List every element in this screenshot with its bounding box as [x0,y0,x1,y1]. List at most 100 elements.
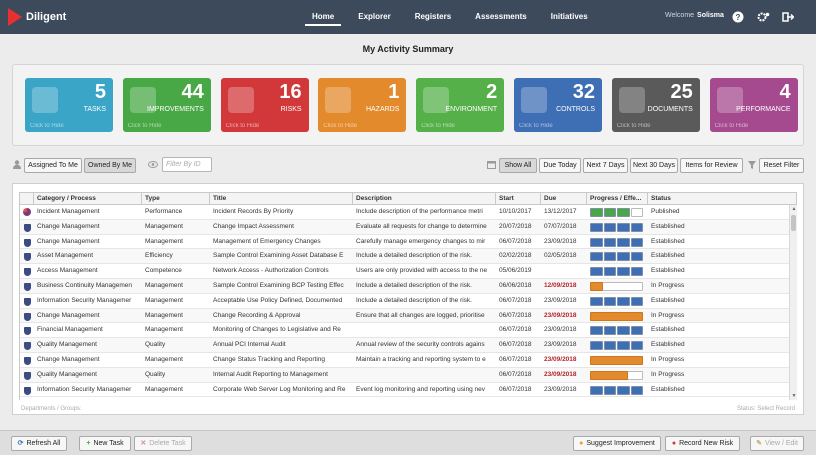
cell-title: Incident Records By Priority [213,208,294,215]
cell-description: Include a detailed description of the ri… [356,296,472,304]
table-row[interactable]: Information Security Managemer Management… [20,383,790,398]
record-new-risk-label: Record New Risk [679,440,734,447]
refresh-all-button[interactable]: ⟳ Refresh All [11,436,67,451]
new-task-button[interactable]: + New Task [79,436,131,451]
tile-hide-link[interactable]: Click to Hide [226,123,260,129]
assigned-to-me-button[interactable]: Assigned To Me [24,158,82,173]
progress-segment [603,237,616,247]
calendar-icon [487,161,496,169]
scrollbar-thumb[interactable] [791,215,796,231]
risk-record-icon: ● [671,440,677,447]
show-all-button[interactable]: Show All [499,158,537,173]
table-scrollbar[interactable]: ▲ ▼ [789,205,797,400]
cell-type: Management [145,282,183,289]
nav-explorer[interactable]: Explorer [351,0,397,34]
record-new-risk-button[interactable]: ● Record New Risk [665,436,740,451]
tile-hide-link[interactable]: Click to Hide [421,123,455,129]
logout-icon[interactable] [782,11,795,23]
table-row[interactable]: Change Management Management Change Status… [20,353,790,368]
filter-by-id-input[interactable]: Filter By ID [162,157,212,172]
tile-hide-link[interactable]: Click to Hide [715,123,749,129]
th-progress[interactable]: Progress / Effe... [587,193,648,205]
tile-environment[interactable]: 2 ENVIRONMENT Click to Hide [416,78,505,132]
table-row[interactable]: Business Continuity Managemen Management S… [20,279,790,294]
cell-description: Maintain a tracking and reporting system… [356,356,486,363]
tile-performance[interactable]: 4 PERFORMANCE Click to Hide [709,78,798,132]
cell-start-date: 06/07/2018 [499,296,532,304]
progress-indicator [590,341,644,351]
th-due[interactable]: Due [541,193,587,205]
th-category[interactable]: Category / Process [34,193,142,205]
progress-segment [617,326,630,336]
table-row[interactable]: Access Management Competence Network Acces… [20,264,790,279]
cell-status: Established [651,296,685,304]
tile-hide-link[interactable]: Click to Hide [30,123,64,129]
tile-risks[interactable]: 16 RISKS Click to Hide [220,78,309,132]
cell-status: Established [651,222,685,230]
settings-gear-icon[interactable] [757,11,770,23]
table-row[interactable]: Financial Management Management Monitoring… [20,323,790,339]
nav-assessments[interactable]: Assessments [468,0,534,34]
tile-hide-link[interactable]: Click to Hide [323,123,357,129]
nav-home[interactable]: Home [305,0,342,34]
table-row[interactable]: Asset Management Efficiency Sample Control… [20,249,790,265]
progress-segment [630,326,643,336]
th-start[interactable]: Start [496,193,541,205]
user-name[interactable]: Solisma [697,12,724,19]
cell-due-date: 23/09/2018 [544,326,577,334]
progress-segment [617,237,630,247]
next-30-days-button[interactable]: Next 30 Days [630,158,678,173]
tile-controls[interactable]: 32 CONTROLS Click to Hide [514,78,602,132]
heartbeat-icon [325,87,352,113]
tile-hide-link[interactable]: Click to Hide [617,123,651,129]
cell-status: Established [651,385,685,393]
tile-count: 16 [279,81,302,103]
table-row[interactable]: Quality Management Quality Internal Audit … [20,367,790,383]
th-title[interactable]: Title [210,193,353,205]
table-row[interactable]: Incident Management Performance Incident R… [20,205,790,220]
cell-start-date: 06/07/2018 [499,326,532,334]
pencil-icon [32,87,58,113]
table-row[interactable]: Quality Management Quality Annual PCI Inte… [20,338,790,353]
help-icon[interactable]: ? [732,11,744,23]
suggest-improvement-button[interactable]: ● Suggest Improvement [573,436,661,451]
cell-due-date: 23/09/2018 [544,385,577,393]
cell-status: In Progress [651,282,685,289]
progress-segment [617,222,630,232]
cell-type: Quality [145,341,166,349]
cell-type: Management [145,222,183,230]
tile-hazards[interactable]: 1 HAZARDS Click to Hide [318,78,407,132]
logo[interactable]: Diligent [8,8,66,26]
nav-registers[interactable]: Registers [408,0,458,34]
delete-task-button[interactable]: ✕ Delete Task [134,436,192,451]
tile-hide-link[interactable]: Click to Hide [519,123,553,129]
table-row[interactable]: Change Management Management Change Impact… [20,219,790,235]
table-row[interactable]: Change Management Management Change Record… [20,308,790,324]
next-7-days-button[interactable]: Next 7 Days [583,158,628,173]
owned-by-me-button[interactable]: Owned By Me [84,158,136,173]
due-today-button[interactable]: Due Today [539,158,581,173]
items-for-review-button[interactable]: Items for Review [680,158,743,173]
th-type[interactable]: Type [142,193,210,205]
tile-hide-link[interactable]: Click to Hide [128,123,162,129]
table-body: Incident Management Performance Incident R… [19,205,797,400]
progress-indicator [590,385,644,395]
reset-filter-button[interactable]: Reset Filter [759,158,804,173]
scroll-up-icon[interactable]: ▲ [790,205,798,213]
view-edit-button[interactable]: ✎ View / Edit [750,436,804,451]
tile-improvements[interactable]: 44 IMPROVEMENTS Click to Hide [122,78,211,132]
nav-initiatives[interactable]: Initiatives [544,0,595,34]
progress-segment [603,296,616,306]
th-description[interactable]: Description [353,193,496,205]
cell-category: Change Management [37,311,100,319]
cell-type: Management [145,385,183,393]
tile-documents[interactable]: 25 DOCUMENTS Click to Hide [611,78,700,132]
table-row[interactable]: Information Security Managemer Management… [20,294,790,309]
th-status[interactable]: Status [648,193,790,205]
view-edit-label: View / Edit [764,440,798,447]
progress-segment [603,341,616,351]
scroll-down-icon[interactable]: ▼ [790,392,798,400]
tile-count: 25 [670,81,693,103]
table-row[interactable]: Change Management Management Management of… [20,235,790,250]
tile-tasks[interactable]: 5 TASKS Click to Hide [25,78,113,132]
